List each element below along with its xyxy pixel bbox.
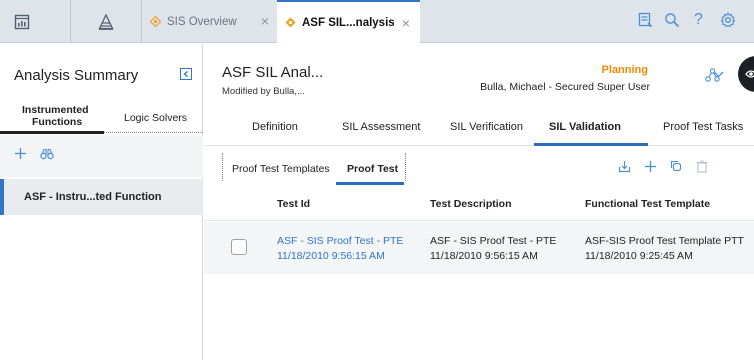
collapse-panel-icon[interactable] [180, 68, 192, 80]
divider [104, 132, 203, 133]
search-icon[interactable] [664, 12, 680, 28]
top-bar: SIS Overview × ASF SIL...nalysis × ? [0, 0, 754, 43]
hierarchy-icon[interactable] [705, 68, 720, 82]
tab-sil-assessment[interactable]: SIL Assessment [342, 121, 420, 133]
state-user-text: Bulla, Michael - Secured Super User [480, 81, 650, 93]
cell-line: ASF-SIS Proof Test Template PTT [585, 235, 744, 247]
panel-title: Analysis Summary [14, 67, 139, 84]
app-root: SIS Overview × ASF SIL...nalysis × ? Ana… [0, 0, 754, 360]
tab-proof-test-tasks[interactable]: Proof Test Tasks [663, 121, 743, 133]
state-badge[interactable]: Planning [602, 64, 648, 76]
active-tab-indicator [0, 131, 104, 134]
tab-sis-overview[interactable]: SIS Overview × [142, 0, 279, 43]
settings-icon[interactable] [720, 12, 736, 28]
add-icon[interactable] [14, 147, 27, 160]
cell-line: 11/18/2010 9:56:15 AM [430, 250, 538, 262]
tab-label: ASF SIL...nalysis [302, 16, 395, 29]
column-header-test-id[interactable]: Test Id [277, 198, 310, 210]
tab-definition[interactable]: Definition [252, 121, 298, 133]
sil-pyramid-icon[interactable] [88, 0, 124, 43]
sub-tabs: Proof Test Templates Proof Test [204, 147, 754, 185]
cell-line: ASF - SIS Proof Test - PTE [277, 235, 404, 247]
record-header: ASF SIL Anal... Modified by Bulla,... Pl… [204, 44, 754, 106]
close-icon[interactable]: × [402, 15, 410, 31]
binoculars-icon[interactable] [40, 148, 54, 160]
column-header-test-description[interactable]: Test Description [430, 198, 512, 210]
import-icon[interactable] [618, 160, 631, 173]
analysis-summary-panel: Analysis Summary Instrumented Functions … [0, 44, 203, 360]
trash-icon[interactable] [696, 160, 708, 173]
notes-icon[interactable] [637, 12, 653, 28]
active-tab-indicator [534, 143, 648, 146]
divider [70, 0, 71, 43]
functional-test-template-cell: ASF-SIS Proof Test Template PTT 11/18/20… [585, 234, 744, 264]
tab-logic-solvers[interactable]: Logic Solvers [124, 112, 187, 124]
left-toolbar [0, 135, 203, 177]
cell-line: 11/18/2010 9:25:45 AM [585, 250, 693, 262]
tab-proof-test-templates[interactable]: Proof Test Templates [232, 163, 330, 175]
dashboard-icon[interactable] [4, 0, 40, 43]
tab-asf-sil-analysis[interactable]: ASF SIL...nalysis × [277, 0, 420, 43]
table-header: Test Id Test Description Functional Test… [204, 186, 754, 221]
sis-diamond-icon [150, 16, 161, 27]
tab-instrumented-functions[interactable]: Instrumented Functions [22, 104, 89, 128]
sis-diamond-icon [285, 17, 296, 28]
help-icon[interactable]: ? [694, 11, 703, 29]
divider [222, 153, 223, 181]
test-id-link[interactable]: ASF - SIS Proof Test - PTE 11/18/2010 9:… [277, 234, 403, 264]
tab-proof-test[interactable]: Proof Test [347, 163, 398, 175]
modified-by-text: Modified by Bulla,... [222, 86, 305, 97]
divider [405, 153, 406, 181]
cell-line: 11/18/2010 9:56:15 AM [277, 250, 385, 262]
list-item-instrumented-function[interactable]: ASF - Instru...ted Function [0, 179, 203, 215]
active-tab-indicator [336, 182, 404, 185]
tab-sil-validation[interactable]: SIL Validation [549, 121, 621, 133]
add-icon[interactable] [644, 160, 657, 173]
main-tabs: Definition SIL Assessment SIL Verificati… [204, 106, 754, 146]
tab-label-line1: Instrumented [22, 104, 89, 116]
test-description-cell: ASF - SIS Proof Test - PTE 11/18/2010 9:… [430, 234, 556, 264]
copy-icon[interactable] [670, 160, 683, 173]
page-title: ASF SIL Anal... [222, 64, 324, 81]
tab-sil-verification[interactable]: SIL Verification [450, 121, 523, 133]
row-checkbox[interactable] [231, 239, 247, 255]
column-header-functional-test-template[interactable]: Functional Test Template [585, 198, 710, 210]
tab-label-line2: Functions [32, 116, 83, 128]
table-row[interactable]: ASF - SIS Proof Test - PTE 11/18/2010 9:… [204, 222, 754, 274]
cell-line: ASF - SIS Proof Test - PTE [430, 235, 557, 247]
close-icon[interactable]: × [261, 13, 269, 29]
tab-label: SIS Overview [167, 15, 237, 28]
